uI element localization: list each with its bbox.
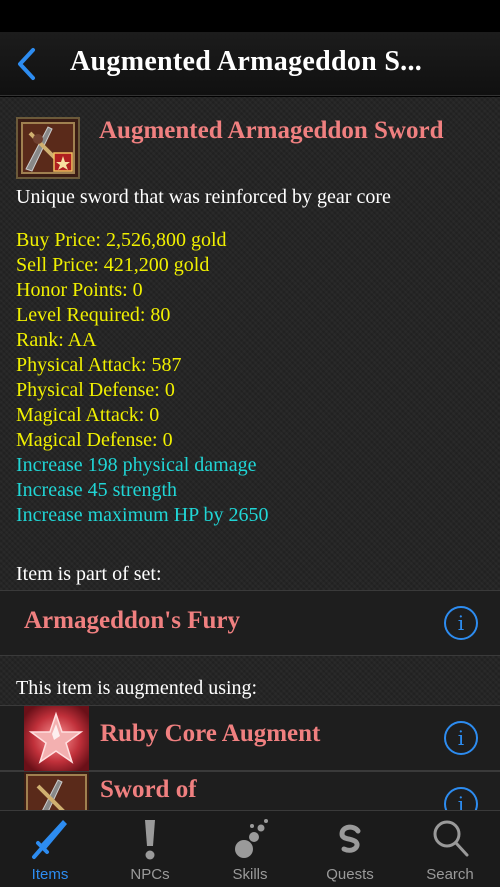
sword-item-icon [16, 117, 80, 179]
fireball-icon [235, 819, 268, 858]
stat-physical-attack: Physical Attack: 587 [16, 354, 182, 376]
item-name: Augmented Armageddon Sword [99, 117, 444, 144]
augment-info-button[interactable]: i [444, 721, 478, 755]
info-icon: i [457, 792, 465, 810]
tab-label: Search [426, 866, 474, 883]
ruby-core-icon [24, 706, 89, 771]
item-description: Unique sword that was reinforced by gear… [16, 186, 391, 208]
stat-level-required: Level Required: 80 [16, 304, 171, 326]
augment-info-button[interactable]: i [444, 787, 478, 810]
bonus-max-hp: Increase maximum HP by 2650 [16, 504, 269, 526]
set-name: Armageddon's Fury [24, 607, 240, 634]
info-icon: i [457, 611, 465, 635]
back-button[interactable] [6, 44, 46, 84]
set-section-label: Item is part of set: [16, 563, 162, 585]
info-icon: i [457, 726, 465, 750]
exclamation-icon [145, 820, 155, 860]
augment-row[interactable]: Ruby Core Augment i [0, 705, 500, 771]
stat-sell-price: Sell Price: 421,200 gold [16, 254, 210, 276]
page-title: Augmented Armageddon S... [70, 46, 423, 77]
quests-icon [339, 824, 361, 853]
set-info-button[interactable]: i [444, 606, 478, 640]
set-row[interactable]: Armageddon's Fury i [0, 590, 500, 656]
bonus-physical-damage: Increase 198 physical damage [16, 454, 257, 476]
tab-label: Items [31, 866, 69, 883]
tab-bar: Items NPCs Skills Quests Search [0, 810, 500, 887]
stat-magical-attack: Magical Attack: 0 [16, 404, 160, 426]
sword-icon [32, 820, 67, 859]
tab-label: Quests [326, 866, 374, 883]
sword-item-icon [24, 772, 89, 810]
tab-quests[interactable]: Quests [300, 811, 400, 887]
augment-name: Sword of [100, 776, 197, 803]
augment-name: Ruby Core Augment [100, 720, 321, 747]
stat-physical-defense: Physical Defense: 0 [16, 379, 175, 401]
tab-skills[interactable]: Skills [200, 811, 300, 887]
tab-search[interactable]: Search [400, 811, 500, 887]
stat-magical-defense: Magical Defense: 0 [16, 429, 173, 451]
search-icon [433, 820, 469, 857]
chevron-left-icon [18, 48, 35, 80]
status-bar [0, 0, 500, 32]
item-detail-view[interactable]: Augmented Armageddon Sword Unique sword … [0, 97, 500, 810]
stat-rank: Rank: AA [16, 329, 97, 351]
stat-honor-points: Honor Points: 0 [16, 279, 143, 301]
tab-items[interactable]: Items [0, 811, 100, 887]
bonus-strength: Increase 45 strength [16, 479, 178, 501]
item-header: Augmented Armageddon Sword [16, 117, 486, 179]
tab-label: Skills [232, 866, 268, 883]
navigation-bar: Augmented Armageddon S... [0, 32, 500, 96]
tab-npcs[interactable]: NPCs [100, 811, 200, 887]
item-stats: Buy Price: 2,526,800 gold Sell Price: 42… [16, 228, 269, 528]
tab-label: NPCs [130, 866, 170, 883]
stat-buy-price: Buy Price: 2,526,800 gold [16, 229, 227, 251]
augment-section-label: This item is augmented using: [16, 677, 258, 699]
augment-row[interactable]: Sword of i [0, 771, 500, 810]
